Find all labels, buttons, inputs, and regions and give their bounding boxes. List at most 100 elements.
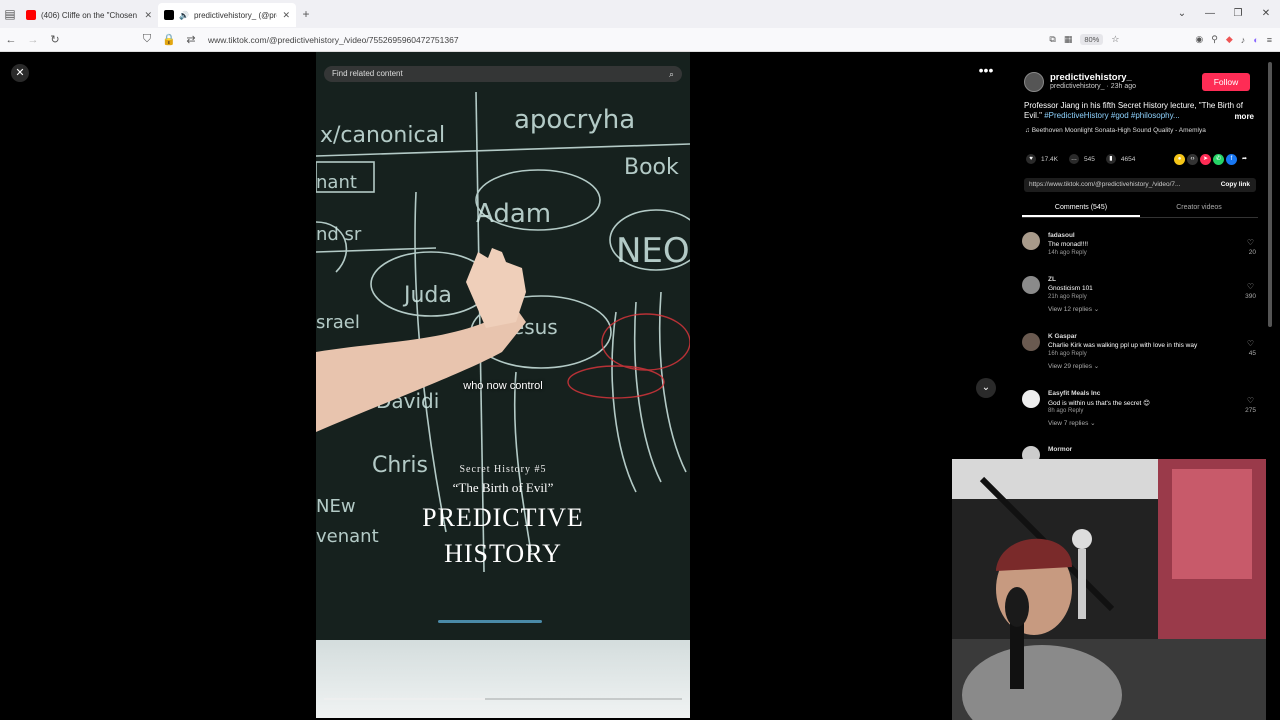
next-video-icon[interactable]: ⌄	[976, 378, 996, 398]
search-icon[interactable]: ⌕	[669, 66, 674, 82]
permissions-icon[interactable]: ⇄	[180, 33, 202, 46]
heart-icon[interactable]: ♡	[1247, 396, 1254, 405]
heart-icon[interactable]: ♡	[1247, 238, 1254, 247]
bookmark-star-icon[interactable]: ☆	[1111, 34, 1119, 45]
avatar[interactable]	[1022, 276, 1040, 294]
comment-author[interactable]: K Gaspar	[1048, 333, 1077, 340]
account-icon[interactable]: ◉	[1195, 34, 1203, 45]
close-icon[interactable]: ✕	[11, 64, 29, 82]
more-link[interactable]: more	[1234, 112, 1254, 121]
music-title: Beethoven Moonlight Sonata-High Sound Qu…	[1031, 127, 1206, 134]
share-link-box: https://www.tiktok.com/@predictivehistor…	[1024, 178, 1256, 192]
comment-text: Gnosticism 101	[1048, 285, 1093, 292]
author-block[interactable]: predictivehistory_ predictivehistory_ · …	[1024, 72, 1136, 92]
video-caption: who now control	[463, 380, 543, 392]
extension-icon[interactable]: ◐	[1253, 35, 1258, 45]
picture-in-picture-icon[interactable]: ⧉	[1049, 34, 1055, 45]
heart-icon[interactable]: ♥	[1026, 154, 1036, 164]
comment-meta[interactable]: 14h ago Reply	[1048, 250, 1087, 256]
lock-icon[interactable]: 🔒	[158, 33, 180, 46]
related-search-input[interactable]: Find related content ⌕	[324, 66, 682, 82]
panel-scrollbar[interactable]	[1268, 62, 1272, 327]
comment-meta[interactable]: 8h ago Reply	[1048, 408, 1083, 414]
forward-icon[interactable]: →	[22, 34, 44, 46]
avatar[interactable]	[1022, 232, 1040, 250]
comment-text: God is within us that's the secret 😊	[1048, 400, 1150, 407]
embed-icon[interactable]: ‹›	[1187, 154, 1198, 165]
svg-text:Juda: Juda	[402, 283, 452, 308]
reader-view-icon[interactable]: ▦	[1064, 34, 1073, 45]
speaker-icon[interactable]: 🔊	[179, 11, 189, 20]
music-track[interactable]: ♫ Beethoven Moonlight Sonata-High Sound …	[1025, 127, 1206, 134]
tiktok-icon	[164, 10, 174, 20]
reload-icon[interactable]: ↻	[44, 33, 66, 46]
avatar[interactable]	[1022, 333, 1040, 351]
video-progress-bar[interactable]	[324, 698, 682, 700]
send-icon[interactable]: ➤	[1200, 154, 1211, 165]
svg-text:Adam: Adam	[476, 199, 551, 229]
facebook-icon[interactable]: f	[1226, 154, 1237, 165]
coin-icon[interactable]: ●	[1174, 154, 1185, 165]
restore-icon[interactable]: ❐	[1224, 0, 1252, 28]
avatar[interactable]	[1022, 390, 1040, 408]
comment-like-count: 390	[1245, 293, 1256, 300]
tab-title: (406) Cliffe on the "Chosen Peo	[41, 10, 139, 20]
video-player[interactable]: x/canonical apocryha Book NEO Adam nant …	[316, 52, 690, 718]
comment-author[interactable]: Easyfit Meals Inc	[1048, 390, 1100, 397]
save-count: 4654	[1120, 155, 1136, 163]
more-options-icon[interactable]: •••	[976, 63, 996, 80]
close-tab-icon[interactable]: ✕	[144, 10, 152, 21]
back-icon[interactable]: ←	[0, 34, 22, 46]
comment-text: Charlie Kirk was walking ppl up with lov…	[1048, 342, 1198, 349]
comment-author[interactable]: ZL	[1048, 276, 1056, 283]
close-window-icon[interactable]: ✕	[1252, 0, 1280, 28]
tab-comments[interactable]: Comments (545)	[1022, 200, 1140, 217]
youtube-icon	[26, 10, 36, 20]
comment-author[interactable]: Mormor	[1048, 446, 1072, 453]
tab-creator-videos[interactable]: Creator videos	[1140, 200, 1258, 217]
whatsapp-icon[interactable]: ✆	[1213, 154, 1224, 165]
extension-icon[interactable]: ♪	[1241, 35, 1246, 45]
follow-button[interactable]: Follow	[1202, 73, 1250, 91]
tab-tiktok[interactable]: 🔊 predictivehistory_ (@predi ✕	[158, 3, 296, 27]
hashtags[interactable]: #PredictiveHistory #god #philosophy...	[1044, 111, 1179, 120]
shield-icon[interactable]: ⛉	[136, 33, 158, 46]
engagement-stats: ♥ 17.4K … 545 ▮ 4654	[1026, 154, 1135, 164]
episode-title: “The Birth of Evil”	[452, 480, 554, 495]
search-placeholder: Find related content	[332, 69, 403, 78]
heart-icon[interactable]: ♡	[1247, 339, 1254, 348]
webcam-overlay	[952, 459, 1266, 720]
url-bar[interactable]: www.tiktok.com/@predictivehistory_/video…	[208, 35, 1049, 45]
copy-link-button[interactable]: Copy link	[1221, 178, 1250, 192]
author-username[interactable]: predictivehistory_	[1050, 72, 1136, 83]
heart-icon[interactable]: ♡	[1247, 282, 1254, 291]
channel-title-line-1: PREDICTIVE	[422, 503, 584, 532]
new-tab-button[interactable]: +	[296, 7, 316, 21]
view-replies-link[interactable]: View 12 replies ⌄	[1048, 305, 1099, 313]
comment-author[interactable]: fadasoul	[1048, 232, 1075, 239]
music-note-icon: ♫	[1025, 127, 1032, 134]
series-label: Secret History #5	[459, 464, 547, 475]
comment-count: 545	[1084, 155, 1095, 163]
svg-text:srael: srael	[316, 312, 360, 333]
zoom-level[interactable]: 80%	[1080, 34, 1104, 45]
menu-icon[interactable]: ≡	[1267, 35, 1272, 45]
comment-meta[interactable]: 16h ago Reply	[1048, 351, 1087, 357]
share-arrow-icon[interactable]: ➦	[1239, 154, 1250, 165]
comment-like-count: 45	[1248, 350, 1256, 357]
view-replies-link[interactable]: View 29 replies ⌄	[1048, 362, 1099, 370]
browser-tab-bar: ▤ (406) Cliffe on the "Chosen Peo ✕ 🔊 pr…	[0, 0, 1280, 28]
avatar[interactable]	[1024, 72, 1044, 92]
tab-overflow-icon[interactable]: ⌄	[1168, 0, 1196, 28]
extensions-icon[interactable]: ⚲	[1211, 34, 1218, 45]
bookmark-icon[interactable]: ▮	[1105, 154, 1116, 164]
comment-like-count: 275	[1245, 407, 1256, 414]
view-replies-link[interactable]: View 7 replies ⌄	[1048, 419, 1096, 427]
close-tab-icon[interactable]: ✕	[282, 10, 290, 21]
comment-meta[interactable]: 21h ago Reply	[1048, 294, 1087, 300]
comment-icon[interactable]: …	[1069, 154, 1079, 164]
minimize-icon[interactable]: —	[1196, 0, 1224, 28]
tab-youtube[interactable]: (406) Cliffe on the "Chosen Peo ✕	[20, 3, 158, 27]
extension-icon[interactable]: ◆	[1226, 34, 1233, 45]
tab-list-icon[interactable]: ▤	[0, 7, 20, 21]
